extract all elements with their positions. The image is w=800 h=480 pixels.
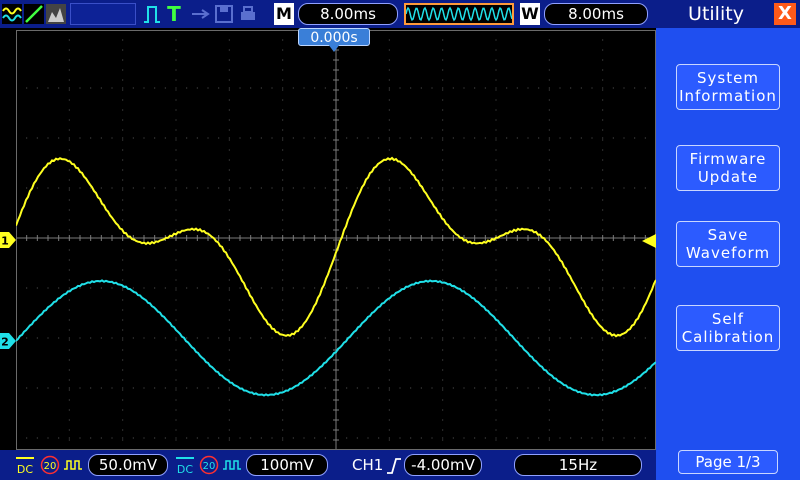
ch2-invert-icon — [223, 460, 241, 470]
system-information-button[interactable]: System Information — [676, 64, 780, 110]
trigger-source[interactable]: CH1 — [352, 454, 383, 476]
overview-waveform-icon — [406, 6, 512, 22]
menu-item-label: Information — [679, 87, 777, 105]
ch1-scale[interactable]: 50.0mV — [88, 454, 168, 476]
printer-icon[interactable] — [238, 4, 258, 24]
trigger-level-marker-icon[interactable] — [642, 234, 656, 248]
utility-menu: Utility X System Information Firmware Upda… — [656, 0, 800, 480]
channel-2-waveform — [16, 279, 656, 397]
ch2-bandwidth-label: 20 — [203, 461, 216, 472]
ch1-coupling-icon: DC — [16, 457, 34, 476]
channel-1-marker[interactable]: 1 — [0, 232, 16, 248]
firmware-update-button[interactable]: Firmware Update — [676, 145, 780, 191]
page-button[interactable]: Page 1/3 — [678, 450, 778, 474]
waveform-overview[interactable] — [404, 3, 514, 25]
menu-item-label: Waveform — [685, 244, 771, 262]
channel-2-marker[interactable]: 2 — [0, 333, 16, 349]
channel-2-marker-label: 2 — [1, 336, 9, 349]
frequency-counter: 15Hz — [514, 454, 642, 476]
window-value[interactable]: 8.00ms — [544, 3, 648, 25]
waveform-screen[interactable] — [16, 30, 656, 450]
channel-1-waveform — [16, 156, 656, 338]
waveform-icon[interactable] — [2, 4, 22, 24]
persistence-icon[interactable] — [46, 4, 66, 24]
usb-icon — [192, 9, 210, 19]
timebase-value[interactable]: 8.00ms — [298, 3, 398, 25]
save-waveform-button[interactable]: Save Waveform — [676, 221, 780, 267]
trigger-level[interactable]: -4.00mV — [404, 454, 482, 476]
self-calibration-button[interactable]: Self Calibration — [676, 305, 780, 351]
timebase-label: M — [274, 3, 294, 25]
status-field — [70, 3, 136, 25]
ch1-invert-icon — [64, 460, 82, 470]
ch1-bandwidth-limit-icon: 20 — [40, 455, 60, 475]
ch2-bandwidth-limit-icon: 20 — [199, 455, 219, 475]
channel-1-marker-label: 1 — [1, 235, 9, 248]
menu-item-label: Save — [707, 226, 749, 244]
menu-item-label: Self — [711, 310, 745, 328]
trigger-position-arrow-icon — [328, 44, 340, 52]
pulse-icon[interactable] — [142, 4, 162, 24]
ch1-bandwidth-label: 20 — [44, 461, 57, 472]
save-icon[interactable] — [214, 4, 234, 24]
menu-item-label: Firmware — [689, 150, 767, 168]
ramp-icon[interactable] — [24, 4, 44, 24]
ch2-coupling-icon: DC — [176, 457, 194, 476]
rising-edge-icon[interactable] — [386, 457, 402, 475]
window-label: W — [520, 3, 540, 25]
top-status-bar: T M 8.00ms W 8.00ms — [0, 0, 656, 28]
trigger-mode-indicator: T — [167, 2, 181, 26]
menu-item-label: Update — [697, 168, 759, 186]
waveforms — [16, 156, 656, 397]
ch2-coupling-label: DC — [177, 463, 193, 476]
menu-item-label: Calibration — [681, 328, 775, 346]
ch1-coupling-label: DC — [17, 463, 33, 476]
ch2-scale[interactable]: 100mV — [246, 454, 328, 476]
oscilloscope-display: T M 8.00ms W 8.00ms 0.000s 1 2 DC 20 50.… — [0, 0, 800, 480]
bottom-status-bar: DC 20 50.0mV DC 20 100mV CH1 -4.00mV 15H… — [0, 450, 656, 480]
close-icon[interactable]: X — [774, 3, 796, 25]
menu-item-label: System — [697, 69, 759, 87]
